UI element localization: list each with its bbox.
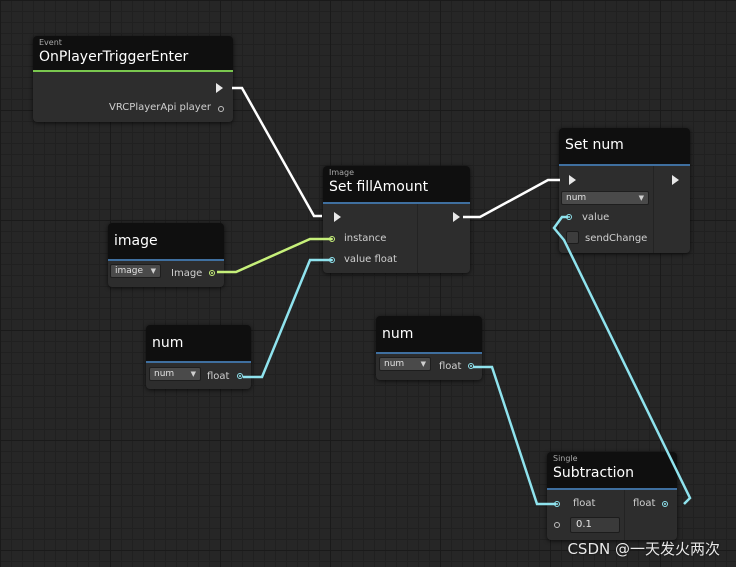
- subtraction-subtitle: Single: [553, 454, 578, 463]
- subtraction-header[interactable]: Single Subtraction: [547, 452, 677, 490]
- image-variable-dropdown[interactable]: image ▼: [110, 264, 161, 278]
- set-fillamount-value-port-icon[interactable]: [329, 257, 335, 263]
- image-dropdown-value: image: [115, 266, 144, 276]
- event-player-port: VRCPlayerApi player: [109, 102, 211, 113]
- image-wire[interactable]: [217, 237, 332, 274]
- subtraction-divider: [624, 490, 625, 540]
- set-fillamount-instance-label: instance: [344, 233, 387, 244]
- flow-wire-setfill-to-setnum[interactable]: [463, 178, 560, 219]
- set-num-flow-in-icon[interactable]: [569, 175, 576, 185]
- set-num-variable-dropdown[interactable]: num ▼: [561, 191, 649, 205]
- set-num-sendchange-label: sendChange: [585, 233, 648, 244]
- watermark-text: CSDN @一天发火两次: [567, 540, 720, 558]
- num-left-dropdown-value: num: [154, 369, 175, 379]
- set-num-flow-out-icon[interactable]: [672, 175, 679, 185]
- set-fillamount-flow-in-icon[interactable]: [334, 212, 341, 222]
- float-wire-num-to-subtraction[interactable]: [473, 365, 556, 506]
- image-node-title: image: [114, 233, 158, 249]
- image-output-label: Image: [171, 268, 203, 279]
- num-mid-node-title: num: [382, 326, 414, 342]
- chevron-down-icon: ▼: [150, 267, 156, 275]
- set-num-sendchange-checkbox[interactable]: [566, 231, 579, 244]
- num-left-variable-dropdown[interactable]: num ▼: [149, 367, 201, 381]
- set-fillamount-divider: [417, 204, 418, 273]
- subtraction-node[interactable]: Single Subtraction float 0.1 float: [547, 452, 677, 540]
- set-fillamount-flow-out-icon[interactable]: [453, 212, 460, 222]
- event-flow-out-icon[interactable]: [216, 83, 223, 93]
- set-fillamount-node[interactable]: Image Set fillAmount instance value floa…: [323, 166, 470, 273]
- set-num-value-port-icon[interactable]: [566, 214, 572, 220]
- event-node-subtitle: Event: [39, 38, 62, 47]
- set-num-divider: [653, 166, 654, 253]
- event-node-header[interactable]: Event OnPlayerTriggerEnter: [33, 36, 233, 72]
- subtraction-output-port-icon[interactable]: [662, 501, 668, 507]
- set-fillamount-subtitle: Image: [329, 168, 355, 177]
- num-left-output-label: float: [207, 371, 230, 382]
- num-left-node-header[interactable]: num: [146, 325, 251, 363]
- float-wire-num-to-setfill[interactable]: [243, 258, 332, 379]
- num-left-node-title: num: [152, 335, 184, 351]
- flow-wire-event-to-setfill[interactable]: [232, 86, 322, 218]
- set-num-header[interactable]: Set num: [559, 128, 690, 166]
- num-variable-node-left[interactable]: num num ▼ float: [146, 325, 251, 389]
- set-fillamount-title: Set fillAmount: [329, 179, 429, 195]
- num-mid-output-port-icon[interactable]: [468, 363, 474, 369]
- num-mid-output-label: float: [439, 361, 462, 372]
- num-mid-node-header[interactable]: num: [376, 316, 482, 354]
- num-mid-variable-dropdown[interactable]: num ▼: [379, 357, 431, 371]
- event-node-title: OnPlayerTriggerEnter: [39, 49, 189, 65]
- image-output-port-icon[interactable]: [209, 270, 215, 276]
- subtraction-a-port-icon[interactable]: [554, 501, 560, 507]
- subtraction-output-label: float: [633, 498, 656, 509]
- image-node-header[interactable]: image: [108, 223, 224, 261]
- chevron-down-icon: ▼: [190, 370, 196, 378]
- subtraction-title: Subtraction: [553, 465, 634, 481]
- set-num-value-label: value: [582, 212, 610, 223]
- set-fillamount-header[interactable]: Image Set fillAmount: [323, 166, 470, 204]
- set-num-node[interactable]: Set num num ▼ value sendChange: [559, 128, 690, 253]
- subtraction-b-port-icon[interactable]: [554, 522, 560, 528]
- set-fillamount-value-label: value float: [344, 254, 397, 265]
- set-num-title: Set num: [565, 137, 624, 153]
- num-variable-node-mid[interactable]: num num ▼ float: [376, 316, 482, 380]
- event-player-port-icon[interactable]: [218, 106, 224, 112]
- chevron-down-icon: ▼: [638, 194, 644, 202]
- subtraction-b-value-field[interactable]: 0.1: [570, 517, 620, 533]
- image-variable-node[interactable]: image image ▼ Image: [108, 223, 224, 287]
- num-mid-dropdown-value: num: [384, 359, 405, 369]
- chevron-down-icon: ▼: [420, 360, 426, 368]
- event-node[interactable]: Event OnPlayerTriggerEnter VRCPlayerApi …: [33, 36, 233, 122]
- set-num-dropdown-value: num: [566, 193, 587, 203]
- num-left-output-port-icon[interactable]: [237, 373, 243, 379]
- subtraction-a-label: float: [573, 498, 596, 509]
- set-fillamount-instance-port-icon[interactable]: [329, 236, 335, 242]
